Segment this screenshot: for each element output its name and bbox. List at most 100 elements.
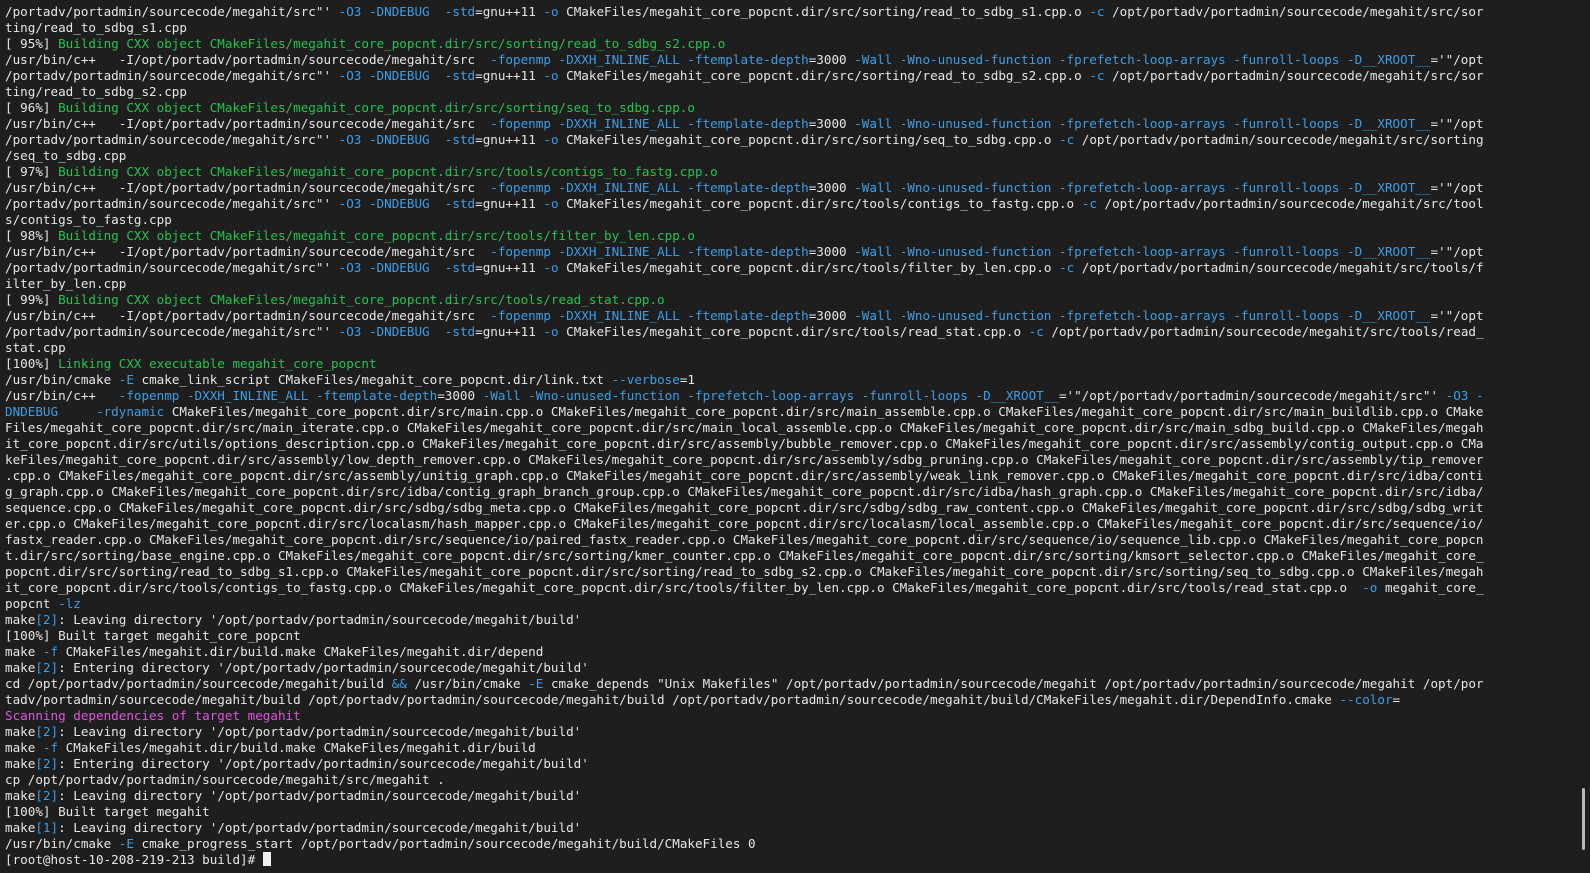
terminal-text: cmake_depends "Unix Makefiles" /opt/port…	[543, 676, 1484, 691]
scrollbar[interactable]	[1578, 0, 1590, 873]
terminal-text: /opt/portadv/portadmin/sourcecode/megahi…	[1096, 196, 1484, 211]
terminal-text: -c	[1089, 68, 1105, 83]
terminal-text: it_core_popcnt.dir/src/tools/contigs_to_…	[5, 580, 1363, 595]
terminal-text: -fopenmp -DXXH_INLINE_ALL -ftemplate-dep…	[490, 308, 809, 323]
terminal-line: cp /opt/portadv/portadmin/sourcecode/meg…	[5, 772, 1567, 788]
terminal-line: /portadv/portadmin/sourcecode/megahit/sr…	[5, 196, 1567, 212]
terminal-text: : Entering directory '/opt/portadv/porta…	[58, 660, 589, 675]
terminal-line: popcnt -lz	[5, 596, 1567, 612]
terminal-text: /usr/bin/c++ -I/opt/portadv/portadmin/so…	[5, 244, 491, 259]
terminal-text: /usr/bin/c++ -I/opt/portadv/portadmin/so…	[5, 116, 491, 131]
terminal-text: [100%] Built target megahit	[5, 804, 210, 819]
terminal-text: : Leaving directory '/opt/portadv/portad…	[58, 612, 582, 627]
terminal-text: /usr/bin/c++ -I/opt/portadv/portadmin/so…	[5, 52, 491, 67]
terminal-line: tadv/portadmin/sourcecode/megahit/build …	[5, 692, 1567, 708]
terminal-text: CMakeFiles/megahit_core_popcnt.dir/src/s…	[558, 4, 1090, 19]
terminal-text: CMakeFiles/megahit_core_popcnt.dir/src/t…	[558, 324, 1029, 339]
terminal-text: /usr/bin/cmake	[5, 372, 119, 387]
terminal-text: : Leaving directory '/opt/portadv/portad…	[58, 724, 582, 739]
terminal-text: tadv/portadmin/sourcecode/megahit/build …	[5, 692, 1340, 707]
terminal-text: [1]	[35, 820, 59, 835]
terminal-text: /opt/portadv/portadmin/sourcecode/megahi…	[1104, 4, 1484, 19]
terminal-line: /portadv/portadmin/sourcecode/megahit/sr…	[5, 260, 1567, 276]
terminal-text: =gnu++11	[475, 196, 544, 211]
terminal-line: sequence.cpp.o CMakeFiles/megahit_core_p…	[5, 500, 1567, 516]
terminal-text: -std	[444, 132, 476, 147]
terminal-text: /usr/bin/c++ -I/opt/portadv/portadmin/so…	[5, 180, 491, 195]
terminal-text: : Leaving directory '/opt/portadv/portad…	[58, 788, 582, 803]
terminal-line: make -f CMakeFiles/megahit.dir/build.mak…	[5, 740, 1567, 756]
terminal-line: /usr/bin/c++ -I/opt/portadv/portadmin/so…	[5, 308, 1567, 324]
terminal-text: cmake_link_script CMakeFiles/megahit_cor…	[133, 372, 612, 387]
terminal-text: -c	[1081, 196, 1097, 211]
terminal-line: /usr/bin/c++ -I/opt/portadv/portadmin/so…	[5, 116, 1567, 132]
terminal-text: [100%]	[5, 356, 59, 371]
terminal-text: =	[1392, 692, 1401, 707]
terminal-line: /usr/bin/c++ -I/opt/portadv/portadmin/so…	[5, 244, 1567, 260]
terminal-text: [2]	[35, 660, 59, 675]
terminal-line: ting/read_to_sdbg_s2.cpp	[5, 84, 1567, 100]
terminal-text: /portadv/portadmin/sourcecode/megahit/sr…	[5, 260, 339, 275]
terminal-line: make[2]: Entering directory '/opt/portad…	[5, 756, 1567, 772]
terminal-text: -o	[543, 132, 559, 147]
terminal-text: make	[5, 660, 36, 675]
terminal-text: /portadv/portadmin/sourcecode/megahit/sr…	[5, 4, 339, 19]
terminal-line: ilter_by_len.cpp	[5, 276, 1567, 292]
terminal-line: [ 99%] Building CXX object CMakeFiles/me…	[5, 292, 1567, 308]
terminal-text: -Wall -Wno-unused-function -fprefetch-lo…	[482, 388, 1059, 403]
terminal-text: -c	[1058, 260, 1075, 275]
terminal-text: cmake_progress_start /opt/portadv/portad…	[133, 836, 756, 851]
terminal-text: Building CXX object CMakeFiles/megahit_c…	[58, 292, 665, 307]
terminal-text: Building CXX object CMakeFiles/megahit_c…	[58, 228, 695, 243]
prompt-line[interactable]: [root@host-10-208-219-213 build]#	[5, 852, 1567, 868]
terminal-line: [ 95%] Building CXX object CMakeFiles/me…	[5, 36, 1567, 52]
terminal-text: =3000	[808, 308, 855, 323]
terminal-text: CMakeFiles/megahit_core_popcnt.dir/src/t…	[558, 260, 1059, 275]
terminal-line: make[2]: Entering directory '/opt/portad…	[5, 660, 1567, 676]
terminal-line: make -f CMakeFiles/megahit.dir/build.mak…	[5, 644, 1567, 660]
terminal-text: /portadv/portadmin/sourcecode/megahit/sr…	[5, 68, 339, 83]
terminal-text: ='"/opt	[1430, 180, 1484, 195]
terminal-line: /usr/bin/cmake -E cmake_progress_start /…	[5, 836, 1567, 852]
terminal-line: [ 97%] Building CXX object CMakeFiles/me…	[5, 164, 1567, 180]
terminal-text: s/contigs_to_fastg.cpp	[5, 212, 172, 227]
terminal-text: -std	[444, 260, 476, 275]
scrollbar-thumb[interactable]	[1582, 788, 1585, 850]
terminal-text: ting/read_to_sdbg_s2.cpp	[5, 84, 187, 99]
terminal-text: ='"/opt	[1430, 308, 1484, 323]
terminal-text: &&	[391, 676, 407, 691]
terminal-text: -Wall -Wno-unused-function -fprefetch-lo…	[854, 308, 1431, 323]
terminal-text: make	[5, 788, 36, 803]
terminal-text: [2]	[35, 788, 59, 803]
terminal-line: /usr/bin/c++ -fopenmp -DXXH_INLINE_ALL -…	[5, 388, 1567, 404]
terminal-text: [ 97%]	[5, 164, 59, 179]
terminal-text: fastx_reader.cpp.o CMakeFiles/megahit_co…	[5, 532, 1484, 547]
terminal-text: Linking CXX executable megahit_core_popc…	[58, 356, 377, 371]
terminal-text: ='"/opt	[1430, 116, 1484, 131]
terminal-text: -Wall -Wno-unused-function -fprefetch-lo…	[854, 180, 1431, 195]
terminal-text: --color	[1339, 692, 1393, 707]
terminal-text: -E	[118, 372, 134, 387]
terminal-text: =3000	[808, 116, 855, 131]
terminal-text: -o	[543, 4, 559, 19]
terminal-text: it_core_popcnt.dir/src/utils/options_des…	[5, 436, 1484, 451]
terminal-text: sequence.cpp.o CMakeFiles/megahit_core_p…	[5, 500, 1484, 515]
terminal-text: CMakeFiles/megahit_core_popcnt.dir/src/s…	[558, 132, 1059, 147]
terminal-text: -std	[444, 324, 476, 339]
terminal-text: -fopenmp -DXXH_INLINE_ALL -ftemplate-dep…	[490, 52, 809, 67]
terminal-text: -E	[528, 676, 544, 691]
terminal-line: it_core_popcnt.dir/src/utils/options_des…	[5, 436, 1567, 452]
terminal-text: /portadv/portadmin/sourcecode/megahit/sr…	[5, 132, 339, 147]
terminal-text: -O3 -	[1445, 388, 1484, 403]
terminal-text: keFiles/megahit_core_popcnt.dir/src/asse…	[5, 452, 1484, 467]
terminal-text: -Wall -Wno-unused-function -fprefetch-lo…	[854, 244, 1431, 259]
terminal-text: /usr/bin/cmake	[406, 676, 529, 691]
terminal-text: /opt/portadv/portadmin/sourcecode/megahi…	[1104, 68, 1484, 83]
terminal-line: keFiles/megahit_core_popcnt.dir/src/asse…	[5, 452, 1567, 468]
terminal-text: -f	[42, 740, 59, 755]
terminal-window[interactable]: /portadv/portadmin/sourcecode/megahit/sr…	[0, 0, 1590, 873]
terminal-text: -O3 -DNDEBUG	[338, 4, 430, 19]
terminal-text: ='"/opt/portadv/portadmin/sourcecode/meg…	[1058, 388, 1446, 403]
